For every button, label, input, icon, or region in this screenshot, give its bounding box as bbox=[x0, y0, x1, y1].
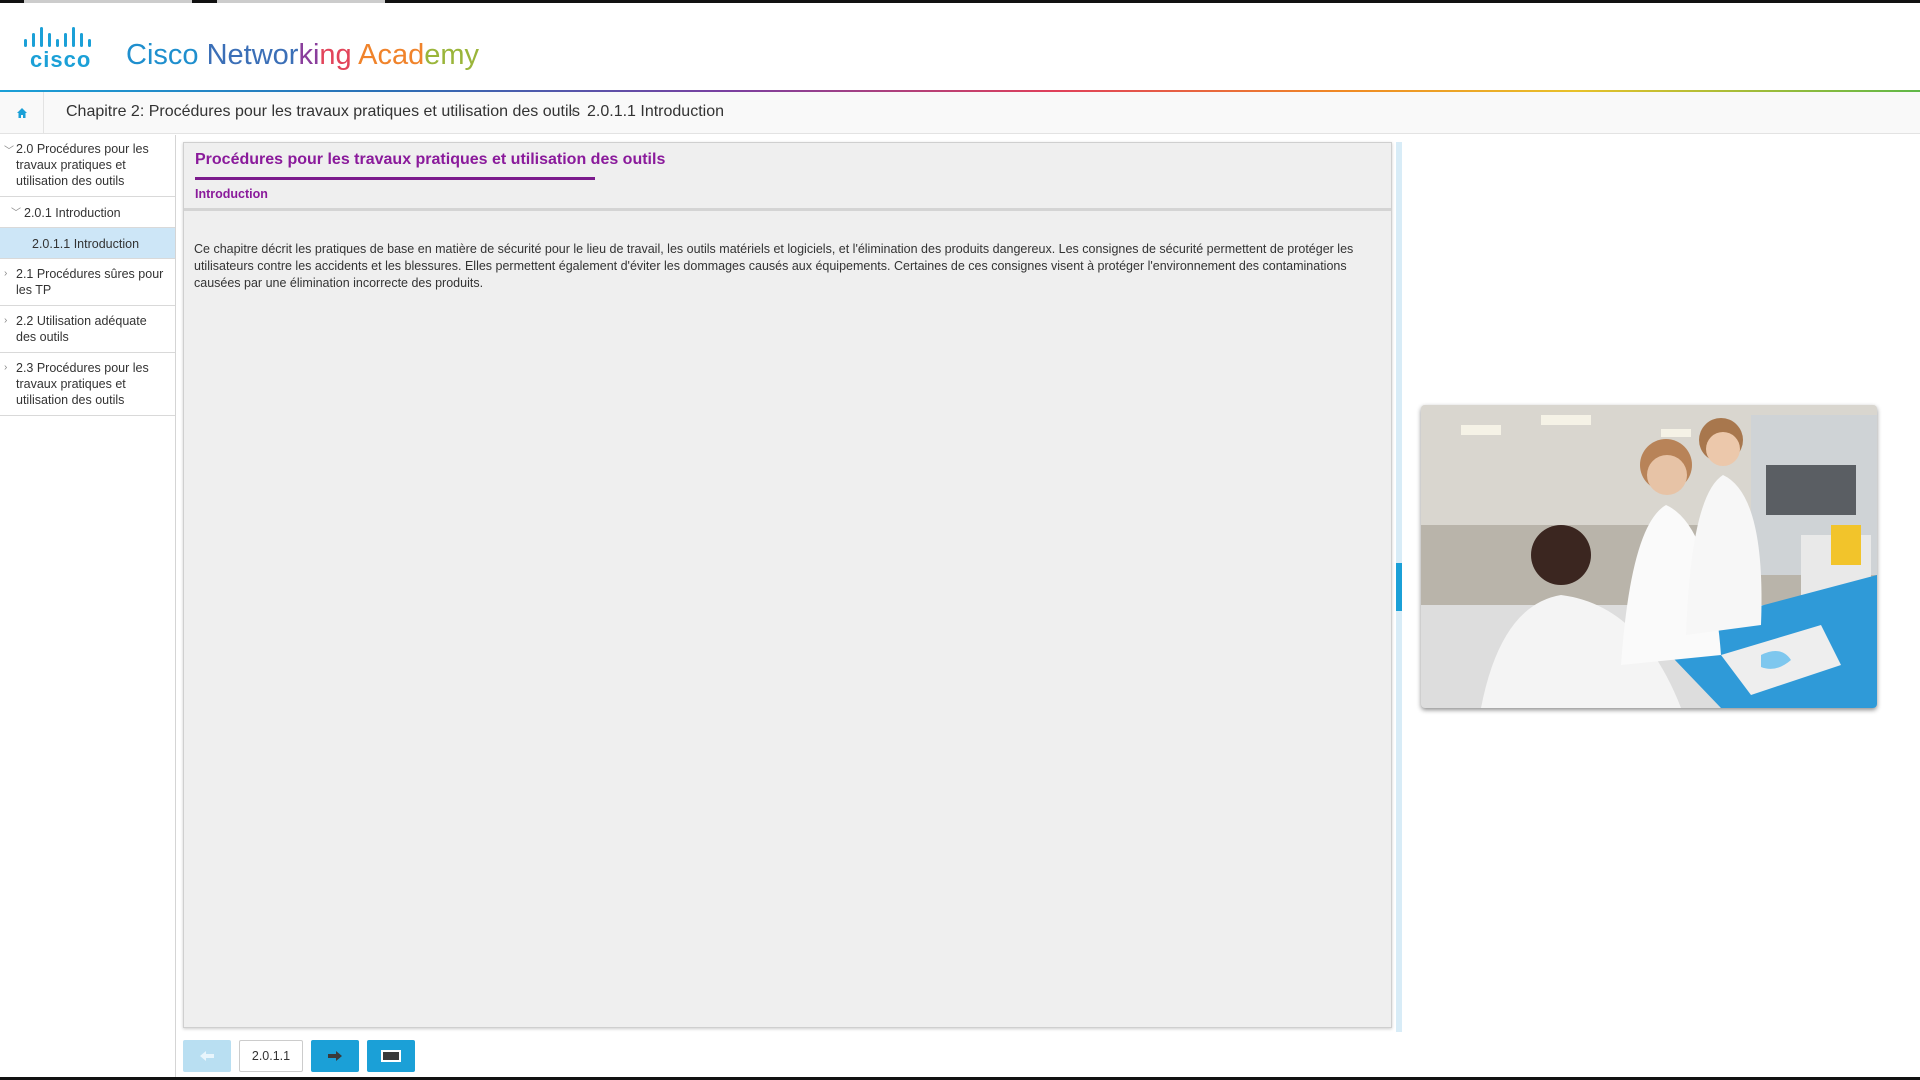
next-button[interactable] bbox=[311, 1040, 359, 1072]
sidebar-item-label: 2.1 Procédures sûres pour les TP bbox=[16, 267, 164, 297]
sidebar-item-label: 2.0.1.1 Introduction bbox=[32, 237, 140, 251]
brand-title-segment: Cisco bbox=[126, 39, 207, 71]
brand-title-segment: ki bbox=[298, 39, 320, 71]
sidebar-item-2-0-1[interactable]: ﹀ 2.0.1 Introduction bbox=[0, 197, 175, 228]
sidebar-item-2-0[interactable]: ﹀ 2.0 Procédures pour les travaux pratiq… bbox=[0, 135, 175, 197]
brand-title-segment: ng bbox=[319, 39, 359, 71]
header: cisco Cisco Networking Academy bbox=[0, 3, 1920, 92]
sidebar-item-2-0-1-1[interactable]: 2.0.1.1 Introduction bbox=[0, 228, 175, 259]
brand-title-segment: Acad bbox=[358, 39, 425, 71]
content-header: Procédures pour les travaux pratiques et… bbox=[184, 143, 1391, 211]
page-number-field[interactable]: 2.0.1.1 bbox=[239, 1040, 303, 1072]
chevron-right-icon: › bbox=[4, 268, 8, 279]
brand-title: Cisco Networking Academy bbox=[126, 39, 479, 72]
panel-scrollbar-thumb[interactable] bbox=[1396, 563, 1402, 611]
brand-title-segment: Networ bbox=[206, 39, 299, 71]
content-body-text: Ce chapitre décrit les pratiques de base… bbox=[194, 242, 1354, 290]
breadcrumb-chapter[interactable]: Chapitre 2: Procédures pour les travaux … bbox=[66, 103, 580, 121]
chevron-right-icon: › bbox=[4, 362, 8, 373]
chevron-down-icon: ﹀ bbox=[4, 146, 14, 157]
sidebar-item-2-2[interactable]: › 2.2 Utilisation adéquate des outils bbox=[0, 306, 175, 353]
previous-button[interactable] bbox=[183, 1040, 231, 1072]
lab-photo bbox=[1421, 405, 1877, 708]
sidebar-nav: ﹀ 2.0 Procédures pour les travaux pratiq… bbox=[0, 135, 176, 1080]
breadcrumb: Chapitre 2: Procédures pour les travaux … bbox=[0, 92, 1920, 134]
home-button[interactable] bbox=[0, 92, 44, 133]
sidebar-item-2-1[interactable]: › 2.1 Procédures sûres pour les TP bbox=[0, 259, 175, 306]
sidebar-item-label: 2.0 Procédures pour les travaux pratique… bbox=[16, 142, 149, 188]
breadcrumb-separator: › bbox=[570, 103, 575, 119]
screen-icon bbox=[381, 1050, 401, 1062]
sidebar-item-label: 2.2 Utilisation adéquate des outils bbox=[16, 314, 147, 344]
page-title: Procédures pour les travaux pratiques et… bbox=[195, 151, 666, 168]
breadcrumb-current: 2.0.1.1 Introduction bbox=[587, 103, 724, 120]
home-icon bbox=[16, 107, 27, 118]
content-panel: Procédures pour les travaux pratiques et… bbox=[183, 142, 1392, 1028]
chevron-right-icon: › bbox=[4, 315, 8, 326]
fullscreen-button[interactable] bbox=[367, 1040, 415, 1072]
title-underline bbox=[195, 177, 595, 180]
page-subtitle: Introduction bbox=[195, 187, 268, 201]
arrow-right-icon bbox=[328, 1051, 342, 1061]
brand-title-segment: emy bbox=[424, 39, 480, 71]
arrow-left-icon bbox=[200, 1051, 214, 1061]
chevron-down-icon: ﹀ bbox=[11, 208, 21, 219]
logo-wordmark: cisco bbox=[30, 47, 92, 72]
sidebar-item-2-3[interactable]: › 2.3 Procédures pour les travaux pratiq… bbox=[0, 353, 175, 416]
sidebar-item-label: 2.3 Procédures pour les travaux pratique… bbox=[16, 361, 149, 407]
lab-photo-image bbox=[1421, 405, 1877, 708]
sidebar-item-label: 2.0.1 Introduction bbox=[24, 206, 121, 220]
